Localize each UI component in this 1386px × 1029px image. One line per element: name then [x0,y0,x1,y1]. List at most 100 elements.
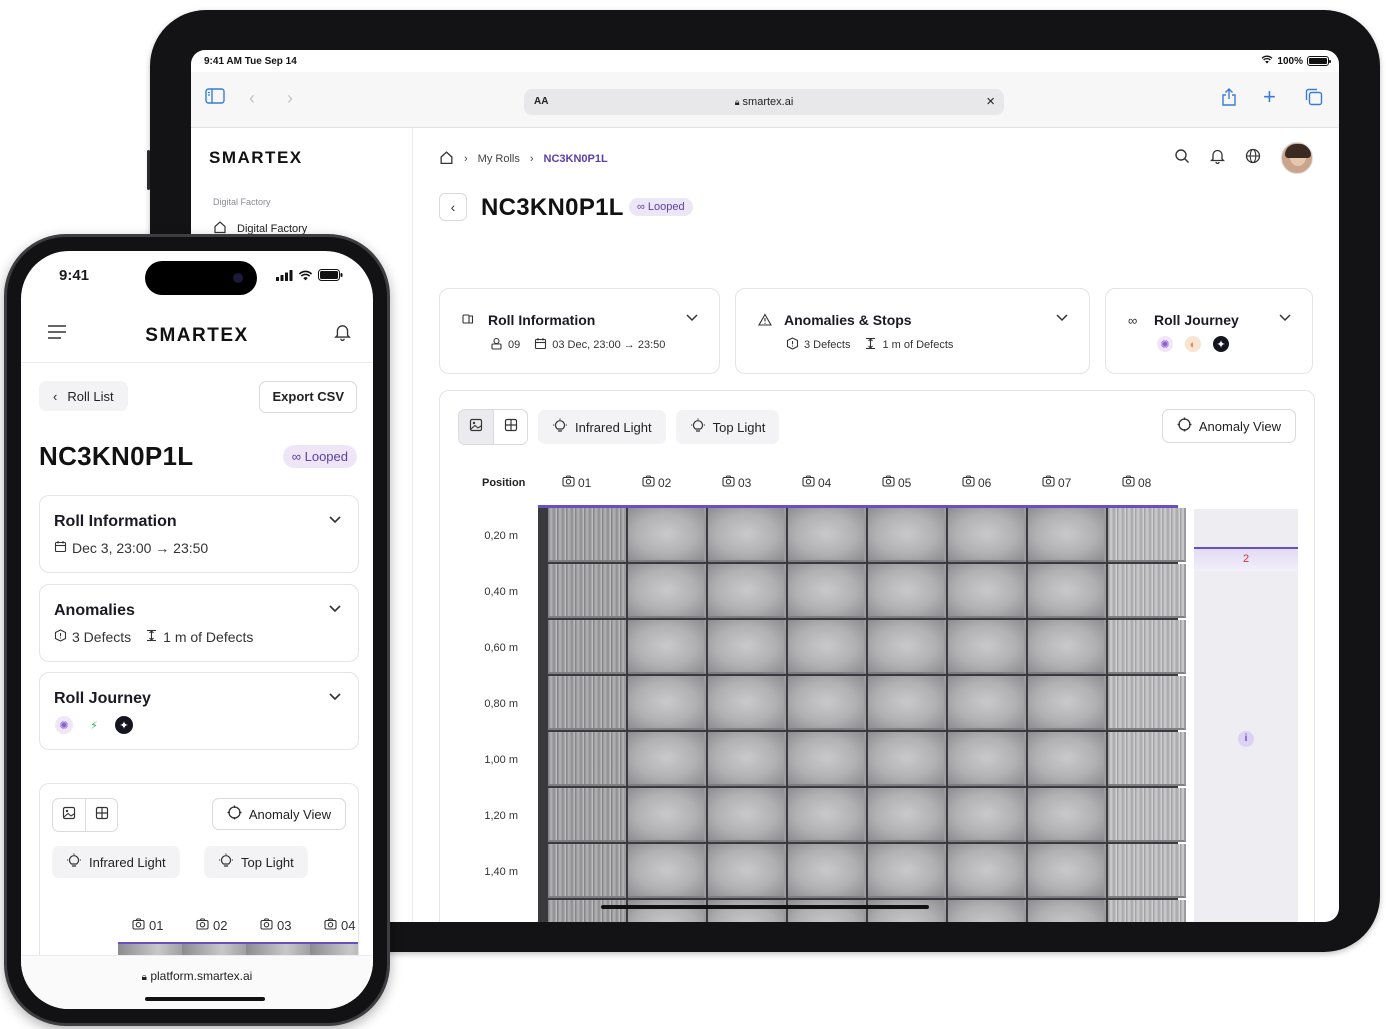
fabric-tile[interactable] [548,788,626,842]
fabric-tile[interactable] [628,508,706,562]
chevron-down-icon[interactable] [1278,309,1292,325]
fabric-tile[interactable] [1028,788,1106,842]
infrared-light-button[interactable]: Infrared Light [538,410,666,444]
camera-column-header[interactable]: 02 [196,918,227,933]
new-tab-icon[interactable]: + [1263,84,1276,110]
fabric-tile[interactable] [1108,900,1186,922]
fabric-tile[interactable] [868,732,946,786]
fabric-tile[interactable] [708,788,786,842]
back-button[interactable]: ‹ [439,193,467,221]
fabric-tile[interactable] [548,732,626,786]
fabric-tile[interactable] [628,900,706,922]
bell-icon[interactable] [1209,148,1226,169]
fabric-tile[interactable] [1108,676,1186,730]
fabric-tile[interactable] [628,564,706,618]
fabric-tile[interactable] [628,620,706,674]
fabric-tile[interactable] [1028,564,1106,618]
fabric-tile[interactable] [788,844,866,898]
grid-view-button[interactable] [493,410,527,444]
fabric-tile[interactable] [708,732,786,786]
fabric-tile[interactable] [708,676,786,730]
share-icon[interactable] [1221,88,1237,111]
fabric-tile[interactable] [1108,732,1186,786]
fabric-tile[interactable] [868,900,946,922]
anomaly-count-badge[interactable]: 2 [1194,547,1298,571]
fabric-tile[interactable] [948,732,1026,786]
anomalies-stops-card[interactable]: Anomalies & Stops 3 Defects 1 m of Defec… [735,288,1090,374]
search-icon[interactable] [1174,148,1190,169]
fabric-tile[interactable] [868,844,946,898]
tabs-icon[interactable] [1305,88,1323,111]
fabric-tile[interactable] [708,564,786,618]
fabric-tile[interactable] [708,844,786,898]
camera-column-header[interactable]: 04 [324,918,355,933]
chevron-down-icon[interactable] [328,511,342,529]
fabric-tile[interactable] [788,676,866,730]
home-icon[interactable] [439,150,454,168]
fabric-tile[interactable] [1028,676,1106,730]
fabric-tile[interactable] [868,564,946,618]
fabric-tile[interactable] [548,676,626,730]
fabric-tile[interactable] [1108,508,1186,562]
anomaly-marker[interactable]: i [1238,731,1254,747]
anomaly-view-button[interactable]: Anomaly View [1161,409,1296,443]
camera-column-header[interactable]: 06 [962,475,991,490]
camera-column-header[interactable]: 08 [1122,475,1151,490]
fabric-tile[interactable] [548,508,626,562]
fabric-tile[interactable] [628,788,706,842]
roll-information-card[interactable]: Roll Information Dec 3, 23:00 → 23:50 [39,495,359,573]
fabric-tile[interactable] [1028,620,1106,674]
fabric-tile[interactable] [1028,900,1106,922]
fabric-tile[interactable] [1108,620,1186,674]
top-light-button[interactable]: Top Light [675,410,780,444]
camera-column-header[interactable]: 01 [132,918,163,933]
camera-column-header[interactable]: 04 [802,475,831,490]
camera-column-header[interactable]: 01 [562,475,591,490]
forward-nav-icon[interactable]: › [287,88,293,109]
breadcrumb-my-rolls[interactable]: My Rolls [478,153,520,165]
avatar[interactable] [1281,142,1313,174]
fabric-tile[interactable] [788,788,866,842]
roll-journey-card[interactable]: Roll Journey ✺ ⚡︎ ✦ [39,672,359,750]
phone-url[interactable]: 🔒︎ platform.smartex.ai [21,969,373,983]
fabric-tile[interactable] [548,564,626,618]
app-logo[interactable]: SMARTEX [21,325,373,347]
anomalies-card[interactable]: Anomalies 3 Defects 1 m of Defects [39,584,359,662]
fabric-tile[interactable] [948,844,1026,898]
fabric-tile[interactable] [948,676,1026,730]
bell-icon[interactable] [334,323,351,346]
app-logo[interactable]: SMARTEX [209,148,303,168]
fabric-tile[interactable] [948,564,1026,618]
image-view-button[interactable] [459,410,493,444]
roll-list-back-button[interactable]: ‹ Roll List [39,381,128,411]
fabric-tile[interactable] [708,620,786,674]
fabric-tile[interactable] [1108,788,1186,842]
roll-journey-card[interactable]: ∞ Roll Journey ✺ ◐ ✦ [1105,288,1313,374]
fabric-tile[interactable] [868,620,946,674]
fabric-tile[interactable] [948,508,1026,562]
roll-information-card[interactable]: Roll Information 09 03 Dec, 23:00 → 23:5… [439,288,720,374]
fabric-tile[interactable] [868,508,946,562]
top-light-button[interactable]: Top Light [204,846,308,878]
address-bar[interactable]: AA 🔒︎ smartex.ai × [524,89,1004,115]
fabric-tile[interactable] [788,564,866,618]
fabric-tile[interactable] [548,900,626,922]
image-view-button[interactable] [53,799,85,831]
sidebar-toggle-icon[interactable] [205,88,225,109]
fabric-tile[interactable] [708,900,786,922]
fabric-tile[interactable] [788,620,866,674]
fabric-tile[interactable] [948,620,1026,674]
fabric-tile[interactable] [1028,844,1106,898]
fabric-tile[interactable] [868,676,946,730]
fabric-tile[interactable] [1108,564,1186,618]
globe-icon[interactable] [1245,148,1261,169]
chevron-down-icon[interactable] [328,600,342,618]
fabric-tile[interactable] [1028,508,1106,562]
chevron-down-icon[interactable] [1055,309,1069,325]
fabric-tile[interactable] [548,620,626,674]
fabric-tile[interactable] [948,788,1026,842]
chevron-down-icon[interactable] [685,309,699,325]
camera-column-header[interactable]: 03 [722,475,751,490]
fabric-tile[interactable] [948,900,1026,922]
chevron-down-icon[interactable] [328,688,342,706]
